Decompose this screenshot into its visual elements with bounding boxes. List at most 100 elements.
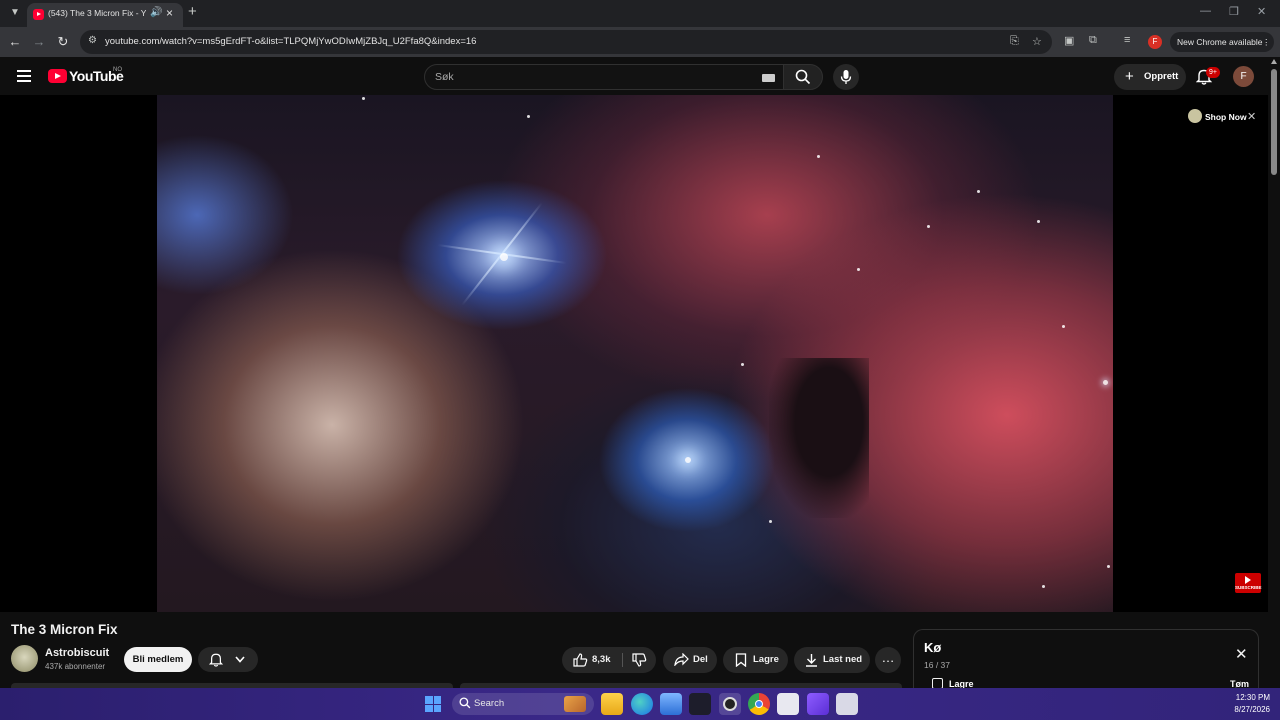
star [1103, 380, 1108, 385]
search-icon [459, 697, 471, 709]
chrome-taskbar-icon[interactable] [748, 693, 770, 715]
edge-browser-icon[interactable] [631, 693, 653, 715]
star [977, 190, 980, 193]
channel-name[interactable]: Astrobiscuit [45, 647, 109, 659]
search-input[interactable]: Søk [424, 64, 784, 90]
keyboard-icon[interactable] [762, 74, 775, 82]
chrome-profile-avatar[interactable]: F [1148, 35, 1162, 49]
more-actions-button[interactable]: … [875, 647, 901, 673]
voice-search-button[interactable] [833, 64, 859, 90]
vector-app-icon[interactable] [689, 693, 711, 715]
like-count: 8,3k [592, 654, 611, 665]
star [1107, 565, 1110, 568]
close-window-icon[interactable]: ✕ [1257, 5, 1266, 18]
close-tab-icon[interactable]: × [166, 6, 173, 20]
system-clock-time[interactable]: 12:30 PM [1228, 693, 1270, 702]
join-membership-button[interactable]: Bli medlem [124, 647, 192, 672]
star [741, 363, 744, 366]
windows-taskbar: Search 12:30 PM 8/27/2026 [0, 688, 1280, 720]
thumbs-up-icon [573, 653, 588, 667]
star [1042, 585, 1045, 588]
sponsor-avatar [1188, 109, 1202, 123]
taskbar-search-box[interactable]: Search [452, 693, 594, 715]
browser-tab-strip: ▼ (543) The 3 Micron Fix - YouTube 🔊 × +… [0, 0, 1280, 27]
purple-app-icon[interactable] [807, 693, 829, 715]
browser-tab[interactable]: (543) The 3 Micron Fix - YouTube 🔊 × [27, 3, 183, 27]
bookmark-star-icon[interactable]: ☆ [1032, 35, 1042, 48]
youtube-favicon-icon [33, 9, 44, 20]
chrome-update-button[interactable]: New Chrome available ⋮ [1170, 32, 1274, 52]
search-button[interactable] [783, 64, 823, 90]
video-player[interactable]: Shop Now ✕ SUBSCRIBE [0, 95, 1268, 612]
channel-avatar[interactable] [11, 645, 38, 672]
subscribe-watermark[interactable]: SUBSCRIBE [1235, 573, 1262, 593]
like-dislike-group: 8,3k [562, 647, 656, 673]
create-label: Opprett [1144, 71, 1179, 82]
taskbar-search-label: Search [474, 698, 505, 709]
screen-app-icon[interactable] [660, 693, 682, 715]
obs-studio-icon[interactable] [719, 693, 741, 715]
tab-title: (543) The 3 Micron Fix - YouTube [48, 8, 146, 18]
star [362, 97, 365, 100]
tab-search-icon[interactable]: ▼ [6, 4, 24, 22]
scroll-up-arrow-icon[interactable] [1271, 59, 1277, 64]
queue-position: 16 / 37 [924, 660, 950, 670]
plus-icon: + [1125, 68, 1134, 85]
restore-window-icon[interactable]: ❐ [1229, 5, 1239, 18]
minimize-window-icon[interactable]: — [1200, 5, 1211, 17]
url-text[interactable]: youtube.com/watch?v=ms5gErdFT-o&list=TLP… [105, 36, 476, 47]
account-avatar[interactable]: F [1233, 66, 1254, 87]
save-to-playlist-button[interactable]: Lagre [723, 647, 788, 673]
search-icon [795, 69, 811, 85]
audio-playing-icon[interactable]: 🔊 [150, 7, 162, 18]
chrome-update-label: New Chrome available [1177, 37, 1263, 47]
star [927, 225, 930, 228]
star [1062, 325, 1065, 328]
address-bar[interactable]: ⚙ youtube.com/watch?v=ms5gErdFT-o&list=T… [80, 30, 1052, 54]
like-button[interactable]: 8,3k [562, 647, 622, 673]
more-menu-icon[interactable]: ⋮ [1262, 32, 1271, 52]
bright-star [500, 253, 508, 261]
bright-star [685, 457, 691, 463]
download-button[interactable]: Last ned [794, 647, 870, 673]
chrome-center-icon [755, 700, 763, 708]
subscriber-count: 437k abonnenter [45, 662, 106, 671]
video-title: The 3 Micron Fix [11, 622, 118, 637]
guide-menu-icon[interactable] [17, 70, 31, 82]
new-tab-button[interactable]: + [188, 3, 197, 20]
video-frame-nebula-image[interactable] [157, 95, 1113, 612]
star [769, 520, 772, 523]
create-button[interactable]: + Opprett [1114, 64, 1186, 90]
browser-toolbar: ← → ↻ ⚙ youtube.com/watch?v=ms5gErdFT-o&… [0, 27, 1280, 57]
site-info-icon[interactable]: ⚙ [88, 35, 97, 46]
back-button[interactable]: ← [6, 33, 24, 51]
chevron-down-icon [235, 656, 245, 663]
media-controls-icon[interactable]: ≡ [1124, 34, 1130, 46]
subscription-notifications-button[interactable] [198, 647, 258, 672]
reload-button[interactable]: ↻ [54, 33, 72, 51]
extension-icon[interactable]: ▣ [1064, 34, 1074, 47]
scrollbar-thumb[interactable] [1271, 69, 1277, 175]
bookmark-icon [735, 653, 747, 667]
notepad-icon[interactable] [777, 693, 799, 715]
forward-button[interactable]: → [30, 33, 48, 51]
queue-panel: Kø 16 / 37 ✕ Lagre Tøm [913, 629, 1259, 689]
shop-now-label: Shop Now [1205, 112, 1247, 122]
extensions-puzzle-icon[interactable]: ⧉ [1089, 34, 1097, 47]
install-app-icon[interactable]: ⎘ [1010, 35, 1019, 48]
system-clock-date[interactable]: 8/27/2026 [1228, 705, 1270, 714]
file-explorer-icon[interactable] [601, 693, 623, 715]
close-queue-icon[interactable]: ✕ [1235, 645, 1248, 663]
youtube-logo-icon[interactable] [48, 69, 67, 83]
obs-logo-icon [723, 697, 737, 711]
share-button[interactable]: Del [663, 647, 717, 673]
windows-start-icon[interactable] [425, 696, 441, 712]
microphone-icon [840, 70, 852, 84]
page-scrollbar[interactable] [1268, 57, 1280, 688]
close-ad-icon[interactable]: ✕ [1247, 110, 1256, 123]
printer-app-icon[interactable] [836, 693, 858, 715]
dark-nebula-silhouette [769, 358, 869, 518]
star [1037, 220, 1040, 223]
dislike-button[interactable] [623, 647, 656, 673]
queue-title: Kø [924, 640, 942, 655]
